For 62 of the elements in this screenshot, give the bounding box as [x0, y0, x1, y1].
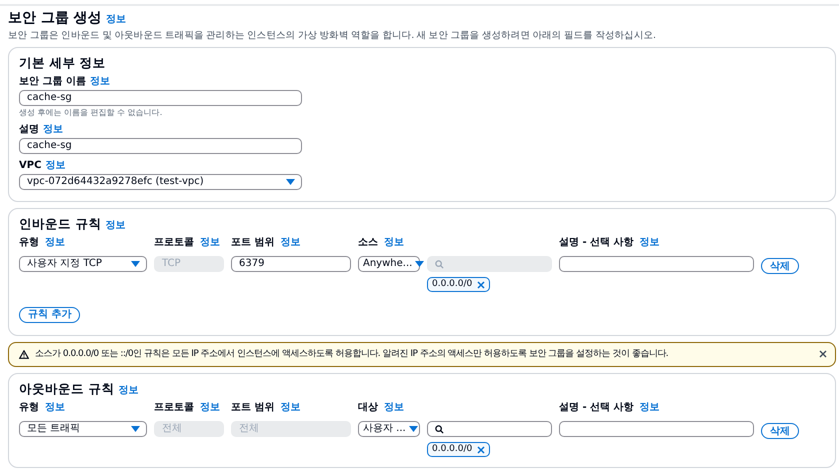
search-field[interactable] — [427, 421, 552, 438]
type-select[interactable]: 사용자 지정 TCP — [19, 256, 147, 272]
search-icon — [435, 260, 444, 269]
info-link[interactable]: 정보 — [43, 124, 63, 136]
ip-token: 0.0.0.0/0 — [427, 277, 490, 292]
column-label: 프로토콜 — [154, 402, 194, 414]
section-heading: 아웃바운드 규칙 — [19, 380, 114, 396]
input-field[interactable]: cache-sg — [19, 138, 302, 154]
delete-button[interactable]: 삭제 — [761, 258, 799, 274]
column-label: 유형 — [19, 236, 39, 249]
column-label: 포트 범위 — [231, 402, 274, 414]
caret-icon — [415, 261, 424, 268]
description-field[interactable] — [559, 421, 754, 438]
field-label: 설명 — [19, 124, 39, 136]
close-icon[interactable] — [477, 446, 486, 454]
caret-icon — [286, 178, 295, 185]
column-label: 유형 — [19, 402, 39, 414]
column-label: 대상 — [358, 402, 378, 414]
column-label: 프로토콜 — [154, 236, 194, 249]
caret-icon — [131, 261, 140, 268]
page-description: 보안 그룹은 인바운드 및 아웃바운드 트래픽을 관리하는 인스턴스의 가상 방화벽 역할을 합니다. 새 보안 그룹을 생성하려면 아래의 필드를 작성하십시오. — [8, 30, 657, 42]
info-link[interactable]: 정보 — [384, 236, 404, 249]
page-title: 보안 그룹 생성 — [8, 10, 102, 27]
field-hint: 생성 후에는 이름을 편집할 수 없습니다. — [19, 108, 164, 118]
column-label: 소스 — [358, 236, 378, 249]
caret-icon — [408, 426, 418, 432]
ip-token: 0.0.0.0/0 — [427, 442, 490, 458]
description-field[interactable] — [559, 256, 754, 272]
column-label: 설명 - 선택 사항 — [559, 236, 634, 249]
info-link[interactable]: 정보 — [90, 76, 110, 88]
info-link[interactable]: 정보 — [118, 384, 138, 397]
add-rule-button[interactable]: 규칙 추가 — [19, 306, 80, 323]
alert-message: 소스가 0.0.0.0/0 또는 ::/0인 규칙은 모든 IP 주소에서 인스턴스에 액세스하도록 허용합니다. 알려진 IP 주소의 액세스만 허용하도록 보안 그룹을 설정하는 것이 좋습니다. — [35, 348, 670, 360]
section-heading: 기본 세부 정보 — [19, 55, 107, 70]
vpc-select[interactable]: vpc-072d64432a9278efc (test-vpc) — [19, 174, 302, 190]
caret-icon — [131, 426, 140, 432]
info-link[interactable]: 정보 — [640, 402, 660, 414]
info-link[interactable]: 정보 — [384, 402, 404, 414]
column-label: 설명 - 선택 사항 — [559, 402, 634, 414]
info-link[interactable]: 정보 — [280, 402, 300, 414]
info-link[interactable]: 정보 — [200, 236, 220, 249]
field-label: 보안 그룹 이름 — [19, 76, 86, 88]
info-link[interactable]: 정보 — [45, 402, 65, 414]
search-icon — [435, 424, 444, 434]
info-link[interactable]: 정보 — [45, 236, 65, 249]
close-icon[interactable] — [819, 350, 827, 358]
field-label: VPC — [19, 160, 42, 172]
column-label: 포트 범위 — [231, 236, 274, 249]
close-icon[interactable] — [477, 280, 486, 289]
info-link[interactable]: 정보 — [280, 236, 300, 249]
type-select[interactable]: 모든 트래픽 — [19, 421, 147, 438]
delete-button[interactable]: 삭제 — [761, 423, 799, 440]
info-link[interactable]: 정보 — [640, 236, 660, 249]
info-link[interactable]: 정보 — [200, 402, 220, 414]
target-select[interactable]: 사용자 ... — [358, 421, 420, 438]
section-heading: 인바운드 규칙 — [19, 216, 102, 231]
input-field[interactable]: cache-sg — [19, 90, 302, 106]
warning-icon — [19, 350, 29, 359]
info-link[interactable]: 정보 — [45, 160, 66, 172]
info-link[interactable]: 정보 — [105, 220, 126, 232]
info-link[interactable]: 정보 — [106, 14, 126, 26]
port-range-field[interactable]: 6379 — [231, 256, 351, 272]
